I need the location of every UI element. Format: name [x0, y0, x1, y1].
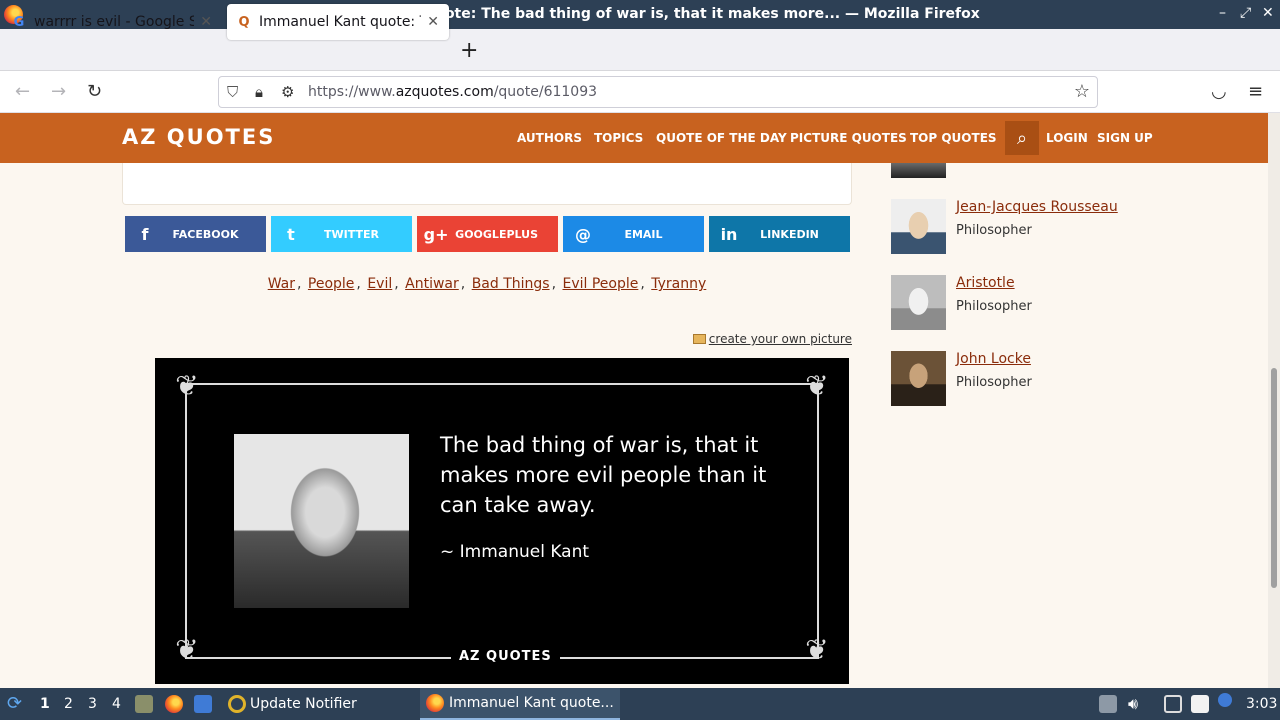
- twitter-icon: t: [287, 224, 295, 244]
- menu-icon[interactable]: ≡: [1248, 81, 1263, 102]
- tag-people[interactable]: People: [308, 276, 355, 292]
- share-email-button[interactable]: @ EMAIL: [563, 216, 704, 252]
- search-icon[interactable]: ⌕: [1005, 121, 1039, 155]
- googleplus-icon: g+: [423, 224, 449, 244]
- bookmark-star-icon[interactable]: ☆: [1074, 81, 1090, 102]
- taskbar: ⟳ 1 2 3 4 Update Notifier Immanuel Kant …: [0, 688, 1280, 720]
- tag-antiwar[interactable]: Antiwar: [405, 276, 459, 292]
- task-firefox[interactable]: Immanuel Kant quote...: [420, 688, 620, 720]
- tag-war[interactable]: War: [268, 276, 295, 292]
- ornament-icon: ❦: [805, 369, 829, 402]
- tag-evil-people[interactable]: Evil People: [562, 276, 638, 292]
- related-author: Jean-Jacques Rousseau Philosopher: [891, 199, 1191, 255]
- site-header: AZ QUOTES AUTHORS TOPICS QUOTE OF THE DA…: [0, 113, 1268, 163]
- author-thumbnail[interactable]: [891, 163, 946, 178]
- google-icon: G: [13, 14, 25, 30]
- quote-card: [122, 163, 852, 205]
- workspace-2[interactable]: 2: [64, 696, 73, 712]
- ornament-icon: ❦: [175, 633, 199, 666]
- url-bar[interactable]: ⛉ 🔒︎ ⚙︎ https://www.azquotes.com/quote/6…: [218, 76, 1098, 108]
- author-role: Philosopher: [956, 375, 1032, 390]
- close-tab-icon[interactable]: ✕: [427, 14, 439, 30]
- author-link[interactable]: Aristotle: [956, 275, 1015, 291]
- desktop-icon[interactable]: [194, 695, 212, 713]
- author-thumbnail[interactable]: [891, 199, 946, 254]
- tag-tyranny[interactable]: Tyranny: [651, 276, 706, 292]
- task-update-notifier[interactable]: Update Notifier: [222, 688, 418, 720]
- author-role: Philosopher: [956, 223, 1032, 238]
- close-tab-icon[interactable]: ✕: [200, 14, 212, 30]
- facebook-icon: f: [141, 224, 149, 244]
- firefox-icon: [426, 694, 444, 712]
- share-googleplus-button[interactable]: g+ GOOGLEPLUS: [417, 216, 558, 252]
- minimize-icon[interactable]: –: [1219, 5, 1226, 21]
- scrollbar-thumb[interactable]: [1271, 368, 1277, 588]
- ornament-icon: ❦: [175, 369, 199, 402]
- tab-azquotes[interactable]: Q Immanuel Kant quote: The bad thing of …: [227, 4, 449, 40]
- author-role: Philosopher: [956, 299, 1032, 314]
- pocket-icon[interactable]: ◡: [1211, 81, 1227, 102]
- tag-bad-things[interactable]: Bad Things: [472, 276, 550, 292]
- related-author: Aristotle Philosopher: [891, 275, 1191, 331]
- menu-picture-quotes[interactable]: PICTURE QUOTES: [790, 131, 907, 145]
- author-link[interactable]: Jean-Jacques Rousseau: [956, 199, 1118, 215]
- picture-quote[interactable]: ❦ ❦ ❦ ❦ The bad thing of war is, that it…: [155, 358, 849, 684]
- create-picture: create your own picture: [692, 332, 852, 346]
- tag-list: War, People, Evil, Antiwar, Bad Things, …: [267, 276, 707, 292]
- forward-icon[interactable]: →: [51, 81, 66, 102]
- close-window-icon[interactable]: ✕: [1262, 5, 1274, 21]
- quote-author: ~ Immanuel Kant: [440, 542, 590, 562]
- menu-quote-of-the-day[interactable]: QUOTE OF THE DAY: [656, 131, 787, 145]
- email-icon: @: [575, 224, 591, 244]
- network-icon[interactable]: [1164, 695, 1182, 713]
- workspace-1[interactable]: 1: [40, 696, 50, 712]
- tray-icon[interactable]: [1099, 695, 1117, 713]
- tab-google-search[interactable]: G warrrr is evil - Google Search ✕: [2, 4, 222, 40]
- linkedin-icon: in: [720, 224, 738, 244]
- back-icon[interactable]: ←: [15, 81, 30, 102]
- create-picture-link[interactable]: create your own picture: [709, 332, 852, 346]
- reload-icon[interactable]: ↻: [87, 81, 102, 102]
- new-tab-icon[interactable]: +: [460, 38, 478, 63]
- clipboard-icon[interactable]: [1191, 695, 1209, 713]
- site-logo[interactable]: AZ QUOTES: [122, 125, 275, 149]
- firefox-launcher-icon[interactable]: [165, 695, 183, 713]
- share-twitter-button[interactable]: t TWITTER: [271, 216, 412, 252]
- workspace-3[interactable]: 3: [88, 696, 97, 712]
- picture-edit-icon: [692, 334, 706, 344]
- menu-topics[interactable]: TOPICS: [594, 131, 643, 145]
- quote-brand: AZ QUOTES: [451, 649, 560, 664]
- start-menu-icon[interactable]: ⟳: [7, 693, 22, 714]
- author-thumbnail[interactable]: [891, 275, 946, 330]
- shield-icon[interactable]: ⛉: [227, 83, 238, 101]
- file-manager-icon[interactable]: [135, 695, 153, 713]
- share-facebook-button[interactable]: f FACEBOOK: [125, 216, 266, 252]
- clock[interactable]: 3:03: [1246, 696, 1277, 712]
- nav-bar: ← → ↻ ⛉ 🔒︎ ⚙︎ https://www.azquotes.com/q…: [0, 71, 1280, 113]
- azquotes-favicon-icon: Q: [238, 14, 250, 30]
- menu-top-quotes[interactable]: TOP QUOTES: [910, 131, 997, 145]
- share-linkedin-button[interactable]: in LINKEDIN: [709, 216, 850, 252]
- permissions-icon[interactable]: ⚙︎: [281, 83, 294, 101]
- lock-icon[interactable]: 🔒︎: [255, 83, 263, 101]
- author-thumbnail[interactable]: [891, 351, 946, 406]
- url-text[interactable]: https://www.azquotes.com/quote/611093: [308, 84, 597, 100]
- workspace-4[interactable]: 4: [112, 696, 121, 712]
- restore-icon[interactable]: ⤢: [1240, 5, 1251, 21]
- notification-icon[interactable]: [1218, 693, 1232, 707]
- author-portrait: [234, 434, 409, 608]
- tab-label: Immanuel Kant quote: The bad thing of wa…: [259, 14, 421, 30]
- tab-label: warrrr is evil - Google Search: [34, 14, 195, 30]
- volume-icon[interactable]: 🔊︎: [1128, 694, 1138, 714]
- menu-authors[interactable]: AUTHORS: [517, 131, 582, 145]
- author-link[interactable]: John Locke: [956, 351, 1031, 367]
- login-link[interactable]: LOGIN: [1046, 131, 1088, 145]
- related-author: John Locke Philosopher: [891, 351, 1191, 407]
- ornament-icon: ❦: [805, 633, 829, 666]
- tag-evil[interactable]: Evil: [367, 276, 392, 292]
- signup-link[interactable]: SIGN UP: [1097, 131, 1153, 145]
- quote-text: The bad thing of war is, that it makes m…: [440, 433, 767, 517]
- update-notifier-icon: [228, 695, 246, 713]
